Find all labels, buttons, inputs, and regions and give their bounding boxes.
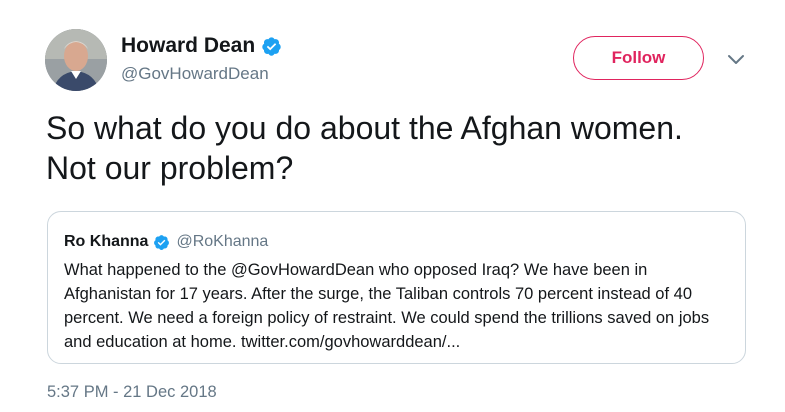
verified-badge-icon <box>261 36 282 57</box>
author-display-name[interactable]: Howard Dean <box>121 33 255 59</box>
tweet-card: Howard Dean @GovHowardDean Follow So wha… <box>0 0 785 412</box>
tweet-text: So what do you do about the Afghan women… <box>46 108 766 188</box>
verified-badge-icon <box>153 234 170 251</box>
tweet-timestamp[interactable]: 5:37 PM - 21 Dec 2018 <box>47 383 217 402</box>
quoted-author-name: Ro Khanna <box>64 233 149 250</box>
quoted-author-handle: @RoKhanna <box>176 233 269 250</box>
chevron-down-icon[interactable] <box>726 52 746 68</box>
follow-button[interactable]: Follow <box>573 36 704 80</box>
tweet-text-line-2: Not our problem? <box>46 150 294 186</box>
author-avatar[interactable] <box>45 29 107 91</box>
quoted-tweet-text: What happened to the @GovHowardDean who … <box>64 261 710 351</box>
tweet-text-line-1: So what do you do about the Afghan women… <box>46 110 683 146</box>
author-info: Howard Dean @GovHowardDean <box>121 33 282 85</box>
author-handle[interactable]: @GovHowardDean <box>121 63 282 85</box>
quoted-tweet[interactable]: Ro Khanna @RoKhanna What happened to the… <box>47 211 746 364</box>
